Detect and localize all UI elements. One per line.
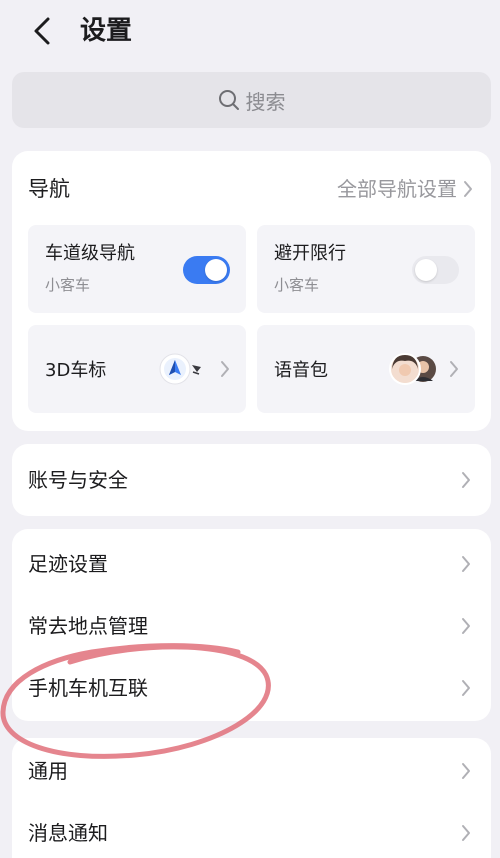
chevron-right-icon: [462, 618, 470, 634]
chevron-right-icon: [462, 472, 470, 488]
row-footprint-settings[interactable]: 足迹设置: [12, 533, 491, 595]
row-account-security[interactable]: 账号与安全: [12, 449, 491, 511]
tile-3d-car-icon[interactable]: 3D车标: [28, 325, 246, 413]
navigation-section-title: 导航: [28, 177, 70, 201]
avoid-restriction-toggle[interactable]: [412, 256, 459, 284]
row-label: 手机车机互联: [28, 676, 148, 700]
toggle-knob: [205, 259, 227, 281]
voice-avatars-icon: [389, 353, 436, 385]
lane-navigation-toggle[interactable]: [183, 256, 230, 284]
search-label: 搜索: [245, 89, 286, 114]
row-notifications[interactable]: 消息通知: [12, 802, 491, 858]
chevron-right-icon: [462, 825, 470, 841]
row-phone-car-link[interactable]: 手机车机互联: [12, 657, 491, 719]
row-general[interactable]: 通用: [12, 740, 491, 802]
tile-title: 3D车标: [45, 360, 107, 381]
tile-voice-pack[interactable]: 语音包: [257, 325, 475, 413]
car-3d-icon: [159, 353, 201, 385]
chevron-right-icon: [464, 181, 472, 197]
row-label: 常去地点管理: [28, 614, 148, 638]
row-label: 足迹设置: [28, 552, 108, 576]
chevron-right-icon: [221, 361, 229, 377]
tile-subtitle: 小客车: [45, 276, 91, 294]
settings-group-card: 足迹设置 常去地点管理 手机车机互联: [12, 529, 491, 721]
row-label: 消息通知: [28, 821, 108, 845]
account-card: 账号与安全: [12, 444, 491, 516]
page-title: 设置: [80, 16, 133, 46]
back-arrow-icon[interactable]: [28, 14, 58, 48]
header-bar: 设置: [0, 0, 500, 62]
chevron-right-icon: [462, 680, 470, 696]
row-label: 通用: [28, 759, 68, 783]
row-label: 账号与安全: [28, 468, 128, 492]
chevron-right-icon: [450, 361, 458, 377]
tile-lane-navigation[interactable]: 车道级导航 小客车: [28, 225, 246, 313]
tile-avoid-restriction[interactable]: 避开限行 小客车: [257, 225, 475, 313]
search-bar[interactable]: 搜索: [12, 72, 491, 128]
tile-subtitle: 小客车: [274, 276, 320, 294]
all-navigation-settings-label: 全部导航设置: [337, 177, 457, 201]
row-frequent-places[interactable]: 常去地点管理: [12, 595, 491, 657]
general-group-card: 通用 消息通知: [12, 738, 491, 858]
tile-title: 避开限行: [274, 243, 346, 264]
navigation-card: 导航 全部导航设置 车道级导航 小客车 避开限行 小客车 3D车标 语音包: [12, 151, 491, 431]
chevron-right-icon: [462, 763, 470, 779]
all-navigation-settings-link[interactable]: 全部导航设置: [337, 175, 473, 203]
tile-title: 车道级导航: [45, 243, 135, 264]
chevron-right-icon: [462, 556, 470, 572]
search-icon: [218, 90, 239, 110]
tile-title: 语音包: [274, 360, 328, 381]
toggle-knob: [415, 259, 437, 281]
